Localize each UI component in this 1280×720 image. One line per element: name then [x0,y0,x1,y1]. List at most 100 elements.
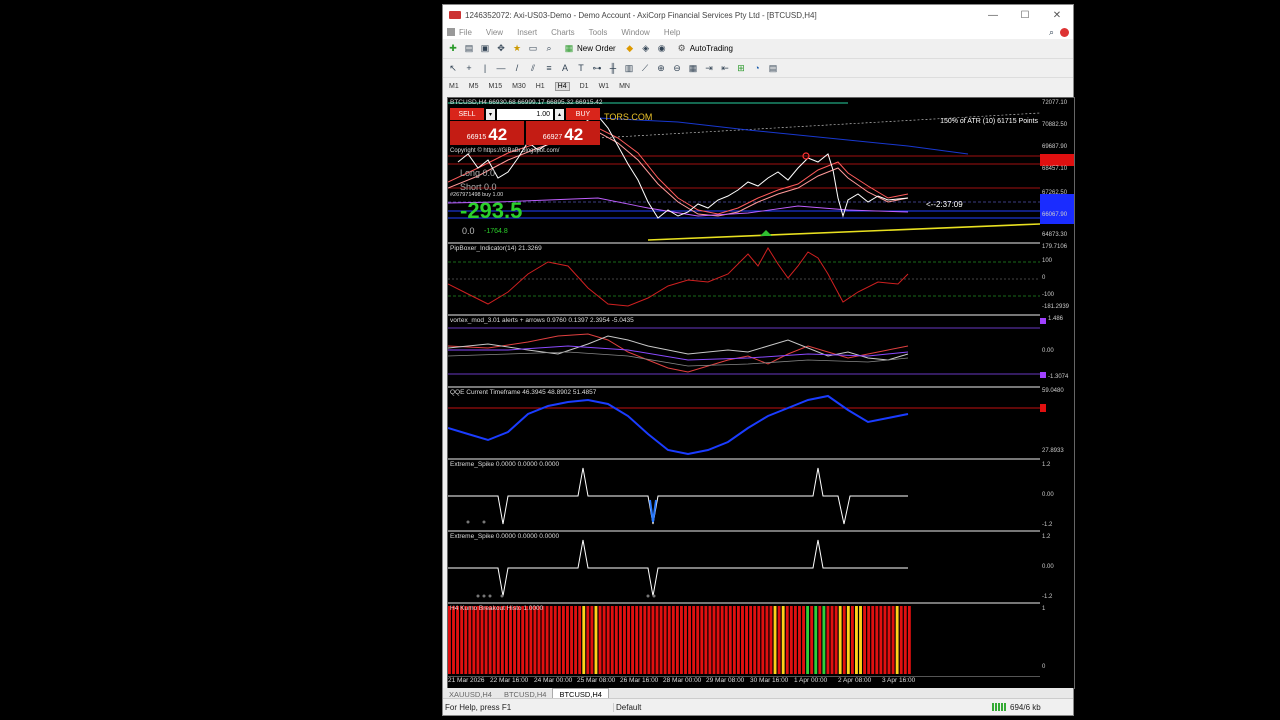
zoom-out-icon[interactable]: ⊖ [671,62,683,74]
histo-bar [647,606,651,674]
timeframe-d1[interactable]: D1 [580,83,589,90]
sell-quote[interactable]: 66915 42 [450,121,524,145]
scroll-end-icon[interactable]: ⇥ [703,62,715,74]
histo-bar [623,606,626,674]
shapes-icon[interactable]: ⊶ [591,62,603,74]
signals-icon[interactable]: ◈ [640,43,652,55]
terminal-window: 1246352072: Axi-US03-Demo - Demo Account… [442,4,1075,716]
histo-bar [513,606,516,674]
chart-shift-icon[interactable]: ⇤ [719,62,731,74]
sell-quote-small: 66915 [466,134,487,141]
histo-bar [553,606,557,674]
histo-bar [753,606,757,674]
buy-button[interactable]: BUY [566,108,600,120]
zoom-in-icon[interactable]: ⊕ [655,62,667,74]
histo-bar [773,606,777,674]
chart-window[interactable]: BTCUSD,H4 66930.68 66999.17 66895.32 669… [447,97,1075,689]
cursor-icon[interactable]: ↖ [447,62,459,74]
autotrading-button[interactable]: ⚙ AutoTrading [672,40,737,57]
tile-windows-icon[interactable]: ▦ [687,62,699,74]
candles-icon[interactable]: ▥ [623,62,635,74]
timeframe-m5[interactable]: M5 [469,83,479,90]
extreme-spike-pane-1[interactable]: Extreme_Spike 0.0000 0.0000 0.0000 [448,460,1040,532]
extreme-spike-scale-2: 1.2 0.00 -1.2 [1040,532,1074,602]
new-chart-icon[interactable]: ✚ [447,43,459,55]
account-icon[interactable] [1060,27,1069,37]
extreme-spike-pane-2[interactable]: Extreme_Spike 0.0000 0.0000 0.0000 [448,532,1040,604]
timeframe-m15[interactable]: M15 [488,83,502,90]
market-watch-icon[interactable]: ▣ [479,43,491,55]
pipboxer-pane[interactable]: PipBoxer_Indicator(14) 21.3269 [448,244,1040,316]
qqe-label: QQE Current Timeframe 46.3945 48.8902 51… [450,389,597,396]
menu-view[interactable]: View [486,28,503,37]
timeframe-h4[interactable]: H4 [554,82,570,91]
histo-bar [655,606,659,674]
histo-bar [745,606,748,674]
timeframe-h1[interactable]: H1 [536,83,545,90]
buy-quote[interactable]: 66927 42 [526,121,600,145]
lot-input[interactable]: 1.00 [497,108,553,120]
histo-bar [525,606,529,674]
menu-window[interactable]: Window [621,28,649,37]
maximize-button[interactable]: ☐ [1009,5,1041,25]
crosshair-icon[interactable]: + [463,62,475,74]
pipboxer-tick: -181.2939 [1042,304,1070,310]
lot-decrease-icon[interactable]: ▾ [486,108,495,120]
histo-bar [720,606,724,674]
vertical-line-icon[interactable]: | [479,62,491,74]
indicators-icon[interactable]: ⊞ [735,62,747,74]
timeframe-w1[interactable]: W1 [599,83,610,90]
periods-icon[interactable]: ◔ [751,62,763,74]
timeframe-m1[interactable]: M1 [449,83,459,90]
menu-tools[interactable]: Tools [589,28,608,37]
profiles-icon[interactable]: ▤ [463,43,475,55]
lot-increase-icon[interactable]: ▴ [555,108,564,120]
horizontal-line-icon[interactable]: — [495,62,507,74]
line-chart-icon[interactable]: ⟋ [639,62,651,74]
histo-bar [781,606,785,674]
histo-bar [798,606,801,674]
spike-tick: 1.2 [1042,534,1051,540]
minimize-button[interactable]: — [977,5,1009,25]
menu-file[interactable]: File [459,28,472,37]
search-icon[interactable]: ⌕ [1049,27,1054,38]
menu-insert[interactable]: Insert [517,28,537,37]
menu-help[interactable]: Help [664,28,680,37]
new-order-button[interactable]: ▦ New Order [559,40,620,57]
histo-bar [907,606,911,674]
text-icon[interactable]: A [559,62,571,74]
close-button[interactable]: ✕ [1041,5,1073,25]
time-tick: 22 Mar 16:00 [490,677,529,684]
menu-charts[interactable]: Charts [551,28,575,37]
histo-bar [846,606,850,674]
timeframe-mn[interactable]: MN [619,83,630,90]
strategy-tester-icon[interactable]: ⌕ [543,43,555,55]
timeframe-m30[interactable]: M30 [512,83,526,90]
fibonacci-icon[interactable]: ≡ [543,62,555,74]
histo-bar [806,606,810,674]
trendline-icon[interactable]: / [511,62,523,74]
time-tick: 3 Apr 16:00 [882,677,916,684]
label-icon[interactable]: T [575,62,587,74]
favorites-icon[interactable]: ★ [511,43,523,55]
price-pane[interactable]: BTCUSD,H4 66930.68 66999.17 66895.32 669… [448,98,1040,244]
vortex-tick: 0.00 [1042,348,1054,354]
histo-bar [586,606,590,674]
navigator-icon[interactable]: ✥ [495,43,507,55]
histo-bar [757,606,761,674]
histo-bar [602,606,606,674]
sell-button[interactable]: SELL [450,108,484,120]
metaeditor-icon[interactable]: ◆ [624,43,636,55]
pipboxer-label: PipBoxer_Indicator(14) 21.3269 [450,245,542,252]
histo-bar [574,606,578,674]
kumo-histo-pane[interactable]: H4 Kumo Breakout Histo 1.0000 [448,604,1040,677]
bar-chart-icon[interactable]: ╫ [607,62,619,74]
market-icon[interactable]: ◉ [656,43,668,55]
terminal-icon[interactable]: ▭ [527,43,539,55]
pnl-small-left: 0.0 [462,226,475,236]
templates-icon[interactable]: ▤ [767,62,779,74]
channel-icon[interactable]: ⫽ [527,62,539,74]
vortex-pane[interactable]: vortex_mod_3.01 alerts + arrows 0.9760 0… [448,316,1040,388]
help-text: For Help, press F1 [445,702,512,712]
qqe-pane[interactable]: QQE Current Timeframe 46.3945 48.8902 51… [448,388,1040,460]
